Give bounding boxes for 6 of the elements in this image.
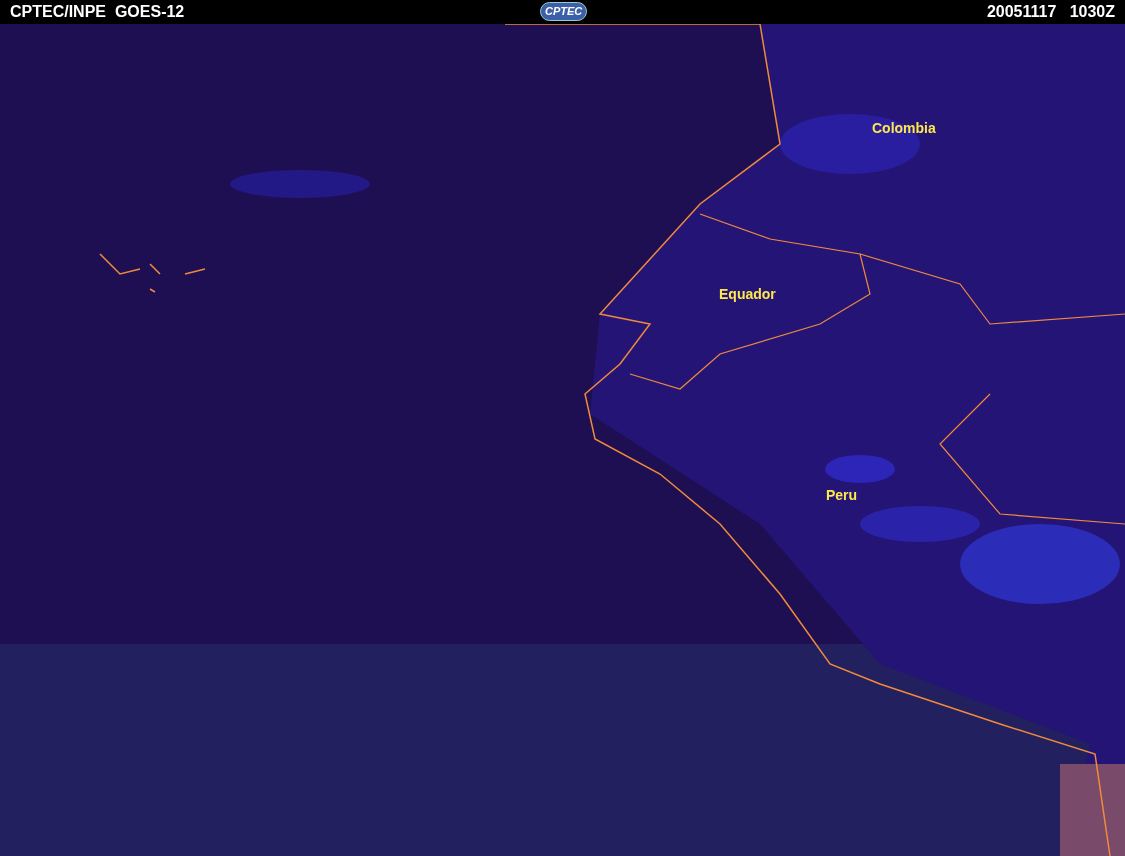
country-label: Colombia bbox=[872, 119, 936, 138]
timestamp: 20051117 1030Z bbox=[986, 2, 1115, 22]
logo: CPTEC bbox=[540, 2, 588, 21]
country-label: Peru bbox=[826, 486, 858, 505]
country-label: Equador bbox=[719, 285, 776, 304]
satellite-title: CPTEC/INPE GOES-12 bbox=[10, 2, 185, 22]
